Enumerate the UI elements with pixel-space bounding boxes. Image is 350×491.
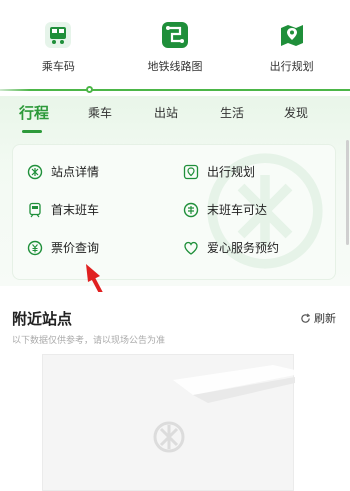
top-nav-item-metro-map[interactable]: 地铁线路图	[130, 18, 220, 74]
service-card: 站点详情 出行规划 首末班车 末班车可达 票价查询 爱心服务预约	[12, 144, 336, 280]
card-item-first-last-train[interactable]: 首末班车	[27, 201, 99, 218]
refresh-label: 刷新	[314, 312, 336, 325]
card-item-last-train-reach[interactable]: 末班车可达	[183, 201, 267, 218]
refresh-button[interactable]: 刷新	[300, 310, 336, 326]
tab-exit[interactable]: 出站	[154, 104, 178, 121]
tab-ride[interactable]: 乘车	[88, 104, 112, 121]
top-nav-label: 地铁线路图	[147, 60, 203, 73]
tab-discover[interactable]: 发现	[284, 104, 308, 121]
card-item-label: 站点详情	[51, 165, 100, 179]
top-nav: 乘车码 地铁线路图 出行规划	[0, 0, 350, 82]
trip-panel: 行程 乘车 出站 生活 发现 站点详情 出行规划 首末班车 末班车可达 票价查询…	[0, 96, 350, 286]
card-item-label: 末班车可达	[207, 203, 268, 217]
last-train-icon	[183, 202, 199, 217]
metro-map-icon	[158, 18, 192, 52]
top-nav-item-route-plan[interactable]: 出行规划	[247, 18, 337, 74]
top-nav-label: 乘车码	[41, 60, 75, 73]
top-nav-label: 出行规划	[269, 60, 314, 73]
bus-code-icon	[41, 18, 75, 52]
route-plan-icon	[275, 18, 309, 52]
card-item-label: 票价查询	[51, 241, 100, 255]
card-item-station-detail[interactable]: 站点详情	[27, 163, 99, 180]
scrollbar[interactable]	[346, 140, 349, 245]
card-item-label: 爱心服务预约	[207, 241, 280, 255]
tab-bar: 行程 乘车 出站 生活 发现	[0, 102, 350, 133]
station-placeholder-icon	[153, 365, 295, 453]
tab-trip[interactable]: 行程	[19, 102, 49, 123]
map-pin-icon	[183, 164, 199, 179]
train-icon	[29, 202, 41, 217]
fare-icon	[27, 240, 43, 255]
progress-line	[0, 86, 350, 93]
station-image-placeholder	[42, 354, 295, 491]
card-item-care-service[interactable]: 爱心服务预约	[183, 239, 279, 256]
tab-life[interactable]: 生活	[220, 104, 244, 121]
nearby-title: 附近站点	[12, 310, 73, 328]
card-item-fare-query[interactable]: 票价查询	[27, 239, 99, 256]
nearby-section: 附近站点 刷新 以下数据仅供参考，请以现场公告为准	[0, 292, 350, 491]
heart-icon	[184, 241, 198, 255]
refresh-icon	[301, 313, 311, 323]
nearby-disclaimer: 以下数据仅供参考，请以现场公告为准	[12, 336, 166, 346]
metro-logo-icon	[27, 164, 43, 179]
card-item-label: 出行规划	[207, 165, 256, 179]
tab-underline	[22, 130, 42, 133]
card-item-label: 首末班车	[51, 203, 100, 217]
top-nav-item-ride-code[interactable]: 乘车码	[13, 18, 103, 74]
card-item-route-plan[interactable]: 出行规划	[183, 163, 255, 180]
